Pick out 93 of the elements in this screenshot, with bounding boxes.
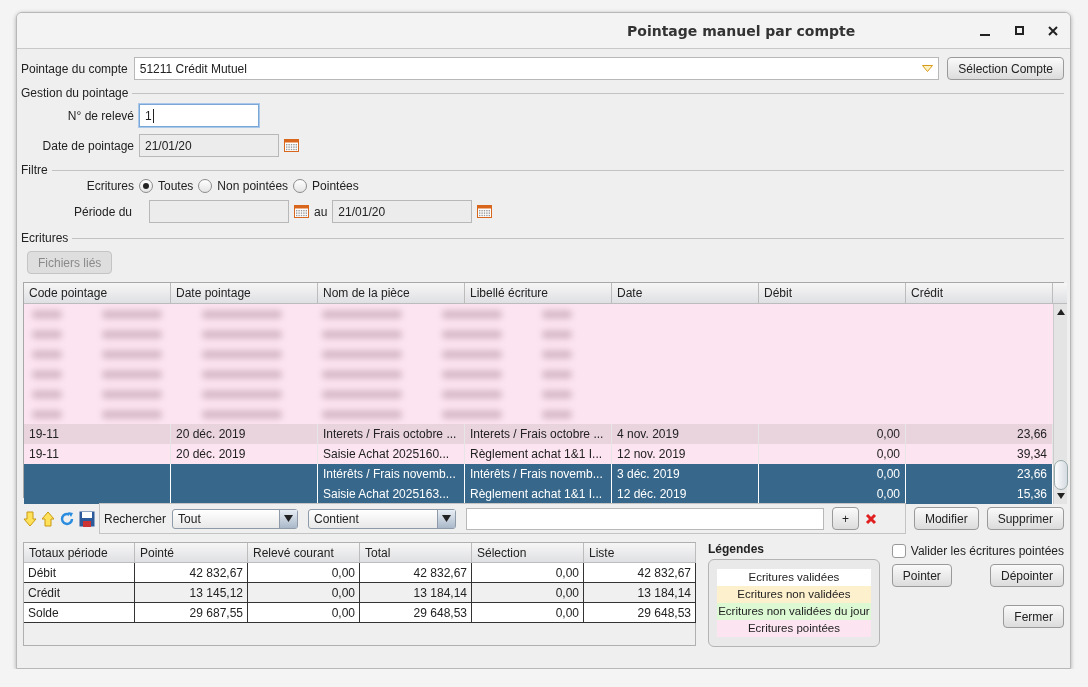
filter-radio[interactable]: Pointées: [293, 179, 359, 193]
column-header[interactable]: Date pointage: [171, 283, 318, 304]
table-cell: 0,00: [472, 583, 584, 603]
refresh-icon[interactable]: [59, 510, 75, 527]
table-row[interactable]: 19-11 20 déc. 2019 Interets / Frais octobre ... Interets / Frais octobre ... 4 nov. 2019 0,00 23,66: [24, 424, 1053, 444]
scroll-thumb[interactable]: [1053, 460, 1068, 490]
arrow-down-icon[interactable]: [23, 510, 37, 527]
column-header[interactable]: Date: [612, 283, 759, 304]
header-corner: [1053, 283, 1067, 304]
date-field[interactable]: 21/01/20: [139, 134, 279, 157]
scroll-down-icon[interactable]: [1056, 492, 1065, 500]
filter-radio[interactable]: Toutes: [139, 179, 194, 193]
unpoint-button[interactable]: Dépointer: [989, 564, 1064, 587]
add-button[interactable]: +: [832, 507, 860, 530]
column-header[interactable]: Crédit: [906, 283, 1053, 304]
legend-item: Ecritures non validées du jour: [717, 603, 871, 620]
column-header[interactable]: Nom de la pièce: [318, 283, 465, 304]
table-cell: 0,00: [248, 583, 360, 603]
point-button[interactable]: Pointer: [891, 564, 952, 587]
calendar-icon[interactable]: [294, 205, 309, 218]
scrollbar[interactable]: [1053, 304, 1067, 504]
legend-item: Ecritures validées: [717, 569, 871, 586]
close-icon: [1048, 25, 1058, 36]
table-cell: 29 687,55: [135, 603, 248, 623]
column-header: Sélection: [472, 543, 584, 563]
table-cell: 42 832,67: [360, 563, 472, 583]
table-cell: 0,00: [248, 603, 360, 623]
table-cell: 13 184,14: [360, 583, 472, 603]
field-label: Période du: [72, 204, 132, 219]
mode-dropdown[interactable]: Contient: [308, 508, 457, 529]
arrow-up-icon[interactable]: [41, 510, 55, 527]
table-cell: 12 déc. 2019: [612, 484, 759, 504]
table-cell: 42 832,67: [584, 563, 696, 583]
section-title: Ecritures: [21, 231, 69, 245]
search-field[interactable]: [466, 507, 825, 530]
field-label: Date de pointage: [41, 138, 134, 153]
filter-radio[interactable]: Non pointées: [198, 179, 289, 193]
calendar-icon[interactable]: [284, 139, 299, 152]
section-title: Filtre: [21, 163, 48, 177]
save-icon[interactable]: [79, 510, 95, 527]
field-label: Ecritures: [85, 179, 134, 193]
column-header: Total: [360, 543, 472, 563]
delete-button[interactable]: Supprimer: [986, 507, 1064, 530]
table-cell: 42 832,67: [135, 563, 248, 583]
table-row[interactable]: Saisie Achat 2025163... Règlement achat 1&1 I... 12 déc. 2019 0,00 15,36: [24, 484, 1053, 504]
calendar-icon[interactable]: [477, 205, 493, 218]
statement-number-field[interactable]: 1: [139, 104, 259, 127]
field-label: Pointage du compte: [21, 61, 128, 76]
date-field[interactable]: 21/01/20: [332, 200, 473, 223]
table-cell: 13 145,12: [135, 583, 248, 603]
table-cell: 0,00: [248, 563, 360, 583]
column-header[interactable]: Libellé écriture: [465, 283, 612, 304]
dropdown-arrow-icon: [922, 65, 934, 72]
column-header: Liste: [584, 543, 696, 563]
minimize-icon: [980, 33, 990, 36]
column-header[interactable]: Débit: [759, 283, 906, 304]
column-header[interactable]: Code pointage: [24, 283, 171, 304]
maximize-icon: [1014, 26, 1024, 35]
column-header: Pointé: [135, 543, 248, 563]
table-cell: 29 648,53: [584, 603, 696, 623]
table-cell: 13 184,14: [584, 583, 696, 603]
close-window-button[interactable]: Fermer: [1003, 605, 1064, 628]
table-cell: Solde: [24, 603, 135, 623]
field-label: au: [314, 204, 328, 219]
account-dropdown[interactable]: 51211 Crédit Mutuel: [133, 57, 940, 80]
section-title: Gestion du pointage: [21, 86, 129, 100]
legend-title: Légendes: [708, 542, 765, 556]
validate-checkbox[interactable]: Valider les écritures pointées: [891, 544, 1064, 558]
table-cell: 0,00: [472, 603, 584, 623]
legend-item: Ecritures pointées: [717, 620, 871, 637]
table-row[interactable]: 19-11 20 déc. 2019 Saisie Achat 2025160... Règlement achat 1&1 I... 12 nov. 2019 0,00 39,34: [24, 444, 1053, 464]
window-title: Pointage manuel par compte: [627, 22, 857, 39]
legend-item: Ecritures non validées: [717, 586, 871, 603]
table-cell: 0,00: [759, 484, 906, 504]
table-cell: Crédit: [24, 583, 135, 603]
scope-dropdown[interactable]: Tout: [172, 508, 299, 529]
table-cell: Saisie Achat 2025163...: [318, 484, 465, 504]
table-row[interactable]: Intérêts / Frais novemb... Intérêts / Frais novemb... 3 déc. 2019 0,00 23,66: [24, 464, 1053, 484]
column-header: Totaux période: [24, 543, 135, 563]
column-header: Relevé courant: [248, 543, 360, 563]
table-cell: 29 648,53: [360, 603, 472, 623]
scroll-up-icon[interactable]: [1056, 308, 1065, 316]
caret-icon: [284, 515, 294, 522]
table-cell: Règlement achat 1&1 I...: [465, 484, 612, 504]
table-cell: 0,00: [472, 563, 584, 583]
field-label: N° de relevé: [66, 108, 134, 123]
search-label: Rechercher: [104, 511, 167, 526]
modify-button[interactable]: Modifier: [913, 507, 979, 530]
caret-icon: [442, 515, 452, 522]
date-field[interactable]: [149, 200, 289, 223]
table-cell: Débit: [24, 563, 135, 583]
select-account-button[interactable]: Sélection Compte: [947, 57, 1064, 80]
clear-icon[interactable]: [865, 512, 878, 525]
